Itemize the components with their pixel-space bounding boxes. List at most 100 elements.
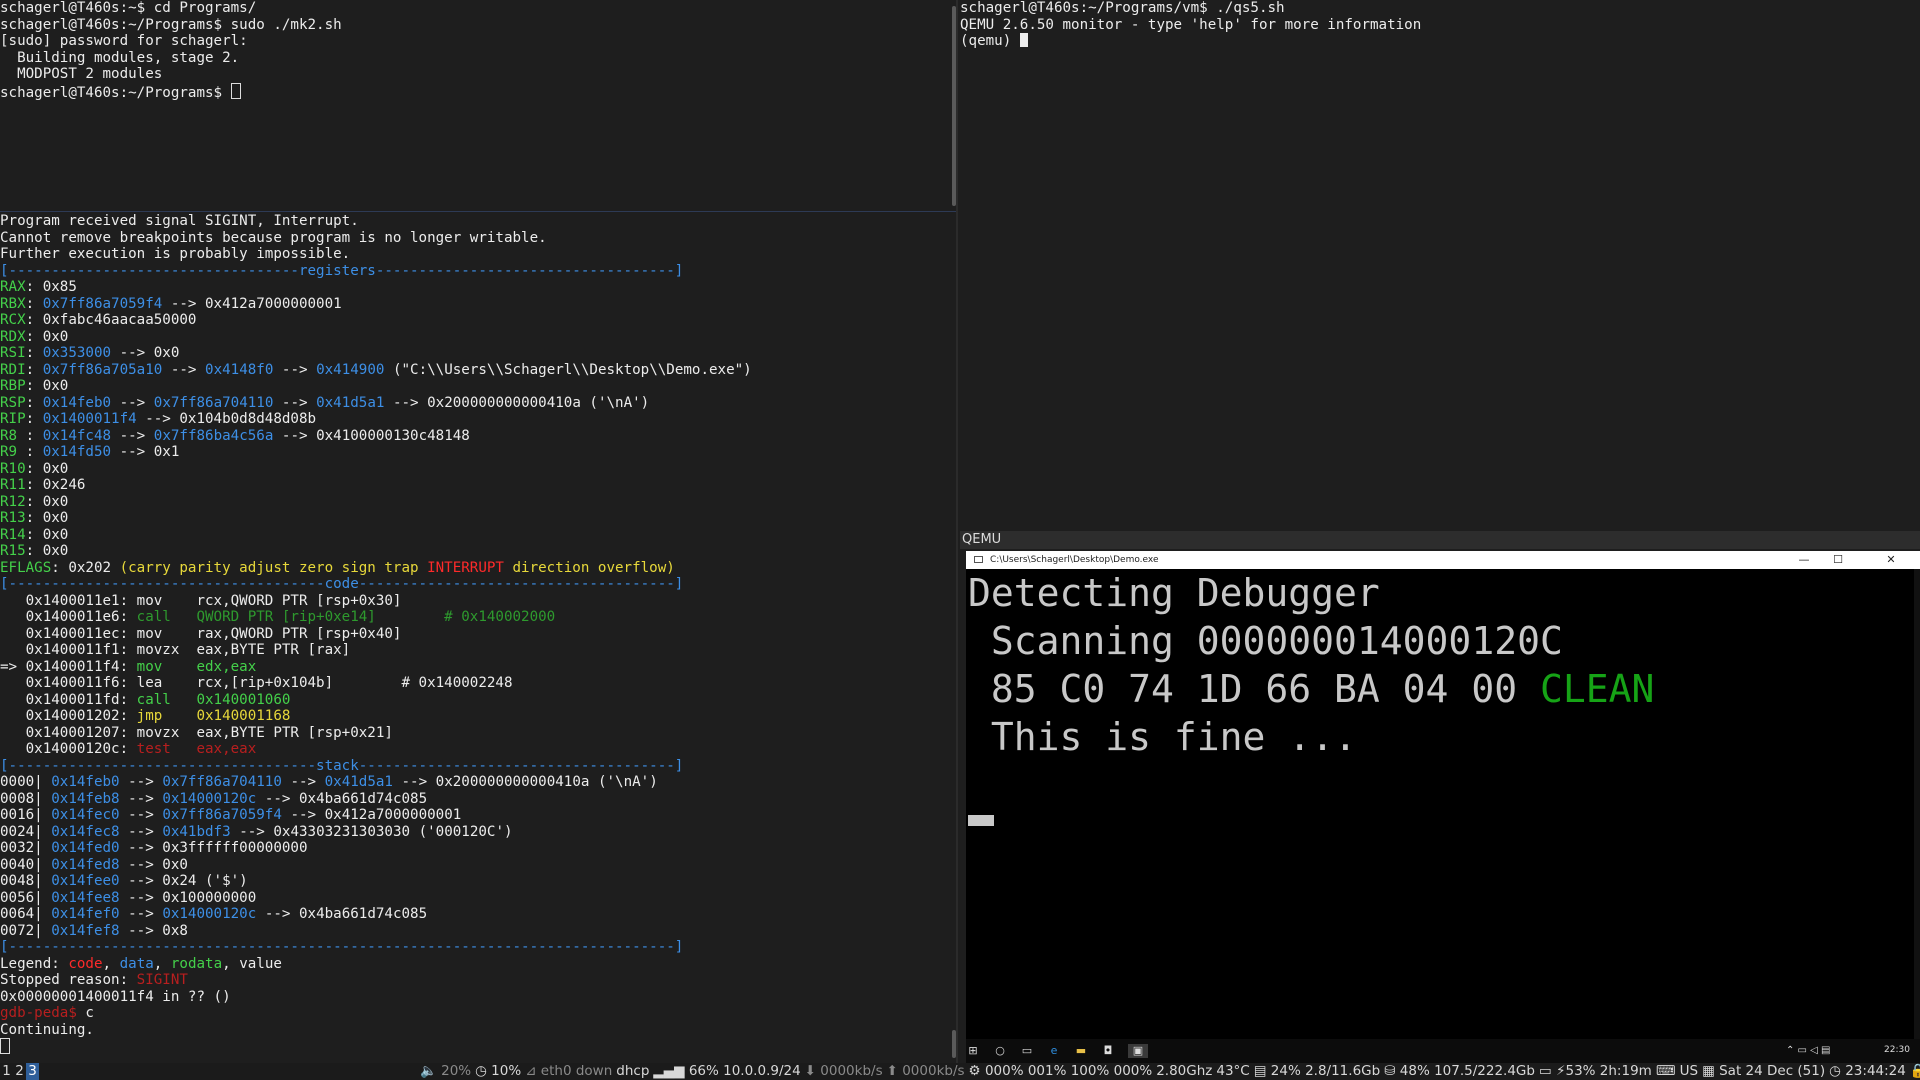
guest-console-output[interactable]: Detecting Debugger Scanning 000000014000… [966,569,1914,1039]
terminal-text: schagerl@T460s:~/Programs$ sudo ./mk2.sh [0,16,342,33]
register-row: RSI: 0x353000 --> 0x0 [0,345,952,362]
search-icon[interactable]: ○ [993,1044,1007,1058]
register-row: R11: 0x246 [0,477,952,494]
terminal-line: schagerl@T460s:~/Programs$ sudo ./mk2.sh [0,17,952,34]
system-tray-icons[interactable]: ⌃ ▭ ◁ ▤ [1786,1045,1831,1056]
register-sep: : [25,411,43,427]
file-explorer-icon[interactable]: ▬ [1074,1044,1088,1058]
instruction-address: 0x1400011f4: [25,658,129,675]
arrow: --> [111,427,154,444]
instruction-operands: eax,BYTE PTR [rax] [196,642,351,658]
workspace-2[interactable]: 2 [13,1063,26,1080]
register-sep: : [25,345,43,361]
maximize-button[interactable]: ☐ [1823,551,1853,569]
instruction-mnemonic: mov [128,592,197,609]
register-sep: : [25,526,43,543]
register-sep: : [25,543,43,559]
status-item: ⌨ US [1655,1063,1699,1079]
status-item: ⚙ 000% 001% 100% 000% [968,1063,1153,1079]
register-row: RDX: 0x0 [0,329,952,346]
legend-rodata: rodata [170,955,223,972]
close-button[interactable]: ✕ [1876,551,1906,569]
instruction-operands: 0x140001168 [196,708,291,724]
deref-value: --> 0x3ffffff00000000 [119,840,308,856]
register-name: R15 [0,543,26,559]
stack-address: 0x14fef8 [51,922,120,939]
console-window-icon [974,556,983,563]
register-name: RSP [0,394,26,411]
terminal-scrollbar[interactable] [952,6,956,206]
status-item: ▦ Sat 24 Dec (51) [1702,1063,1826,1079]
instruction-address: 0x14000120c: [25,741,129,757]
terminal-text: schagerl@T460s:~/Programs/vm$ ./qs5.sh [960,0,1285,16]
console-line-fine: This is fine ... [968,715,1357,759]
status-item: ◷ 10% [475,1063,522,1079]
terminal-qemu-monitor[interactable]: schagerl@T460s:~/Programs/vm$ ./qs5.sh QE… [960,0,1920,530]
deref-value: --> 0x1 [111,444,180,460]
store-icon[interactable]: ◘ [1101,1044,1115,1058]
arrow: --> [273,361,317,378]
instruction-address: 0x1400011e1: [25,592,129,609]
instruction-operands: rcx,QWORD PTR [rsp+0x30] [196,592,402,609]
status-item: ⬇ 0000kb/s [804,1063,883,1079]
instruction-marker [0,708,26,724]
register-name: RAX [0,279,26,295]
register-name: R11 [0,477,26,493]
instruction-marker [0,609,26,625]
terminal-cursor [230,82,241,99]
register-row: R10: 0x0 [0,461,952,478]
register-name: RDI [0,361,26,378]
qemu-guest-screen[interactable]: C:\Users\Schagerl\Desktop\Demo.exe — ☐ ✕… [966,551,1920,1063]
terminal-build[interactable]: schagerl@T460s:~$ cd Programs/schagerl@T… [0,0,952,210]
workspace-3[interactable]: 3 [26,1063,39,1080]
pointer-value: 0x14feb0 [42,394,112,411]
stopped-label: Stopped reason: [0,972,137,988]
instruction-row: 0x1400011e1: mov rcx,QWORD PTR [rsp+0x30… [0,593,952,610]
console-app-icon[interactable]: ▣ [1128,1044,1148,1058]
windows-start-icon[interactable]: ⊞ [966,1044,980,1058]
instruction-row: 0x140001207: movzx eax,BYTE PTR [rsp+0x2… [0,725,952,742]
instruction-marker [0,675,26,691]
qemu-window-title[interactable]: QEMU [960,531,1920,549]
legend-comma: , [153,955,171,972]
status-item: ▭ ⚡53% 2h:19m [1538,1063,1652,1079]
guest-console-scrollbar[interactable] [1914,569,1920,1039]
register-row: R14: 0x0 [0,527,952,544]
legend-code: code [68,955,103,972]
register-value: 0x85 [42,279,77,295]
terminal-line: schagerl@T460s:~/Programs$ [0,82,952,101]
instruction-address: 0x1400011fd: [25,691,129,708]
instruction-operands: edx,eax [196,658,257,675]
register-sep: : [25,444,43,460]
guest-taskbar[interactable]: ⊞ ○ ▭ e ▬ ◘ ▣ ⌃ ▭ ◁ ▤ 22:30 [966,1039,1920,1063]
stack-offset: 0072| [0,922,52,939]
stack-address: 0x14fed0 [51,840,120,856]
gdb-intro-line: Further execution is probably impossible… [0,246,952,263]
pointer-value: 0x7ff86a705a10 [42,361,163,378]
deref-value: ("C:\\Users\\Schagerl\\Desktop\\Demo.exe… [384,361,752,378]
register-sep: : [25,493,43,510]
terminal-line: [sudo] password for schagerl: [0,33,952,50]
register-value: 0x0 [42,510,69,526]
instruction-marker [0,741,26,757]
register-name: RIP [0,411,26,427]
register-sep: : [25,361,43,378]
terminal-gdb-peda[interactable]: Program received signal SIGINT, Interrup… [0,213,952,1063]
instruction-marker [0,725,26,741]
stack-offset: 0040| [0,856,52,873]
register-sep: : [25,312,43,328]
instruction-marker: => [0,658,26,675]
status-item: ⊿ eth0 down [525,1063,613,1079]
edge-browser-icon[interactable]: e [1047,1044,1061,1058]
deref-value: --> 0x200000000000410a ('\nA') [384,394,650,411]
continuing-row: Continuing. [0,1022,952,1039]
gdb-scrollbar[interactable] [952,1030,956,1058]
workspace-1[interactable]: 1 [0,1063,13,1080]
eflags-name: EFLAGS [0,559,52,576]
minimize-button[interactable]: — [1789,551,1819,569]
arrow: --> [119,774,163,790]
stack-row: 0048| 0x14fee0 --> 0x24 ('$') [0,873,952,890]
guest-window-titlebar[interactable]: C:\Users\Schagerl\Desktop\Demo.exe — ☐ ✕ [966,551,1920,569]
task-view-icon[interactable]: ▭ [1020,1044,1034,1058]
qemu-window[interactable]: QEMU C:\Users\Schagerl\Desktop\Demo.exe … [960,531,1920,1063]
